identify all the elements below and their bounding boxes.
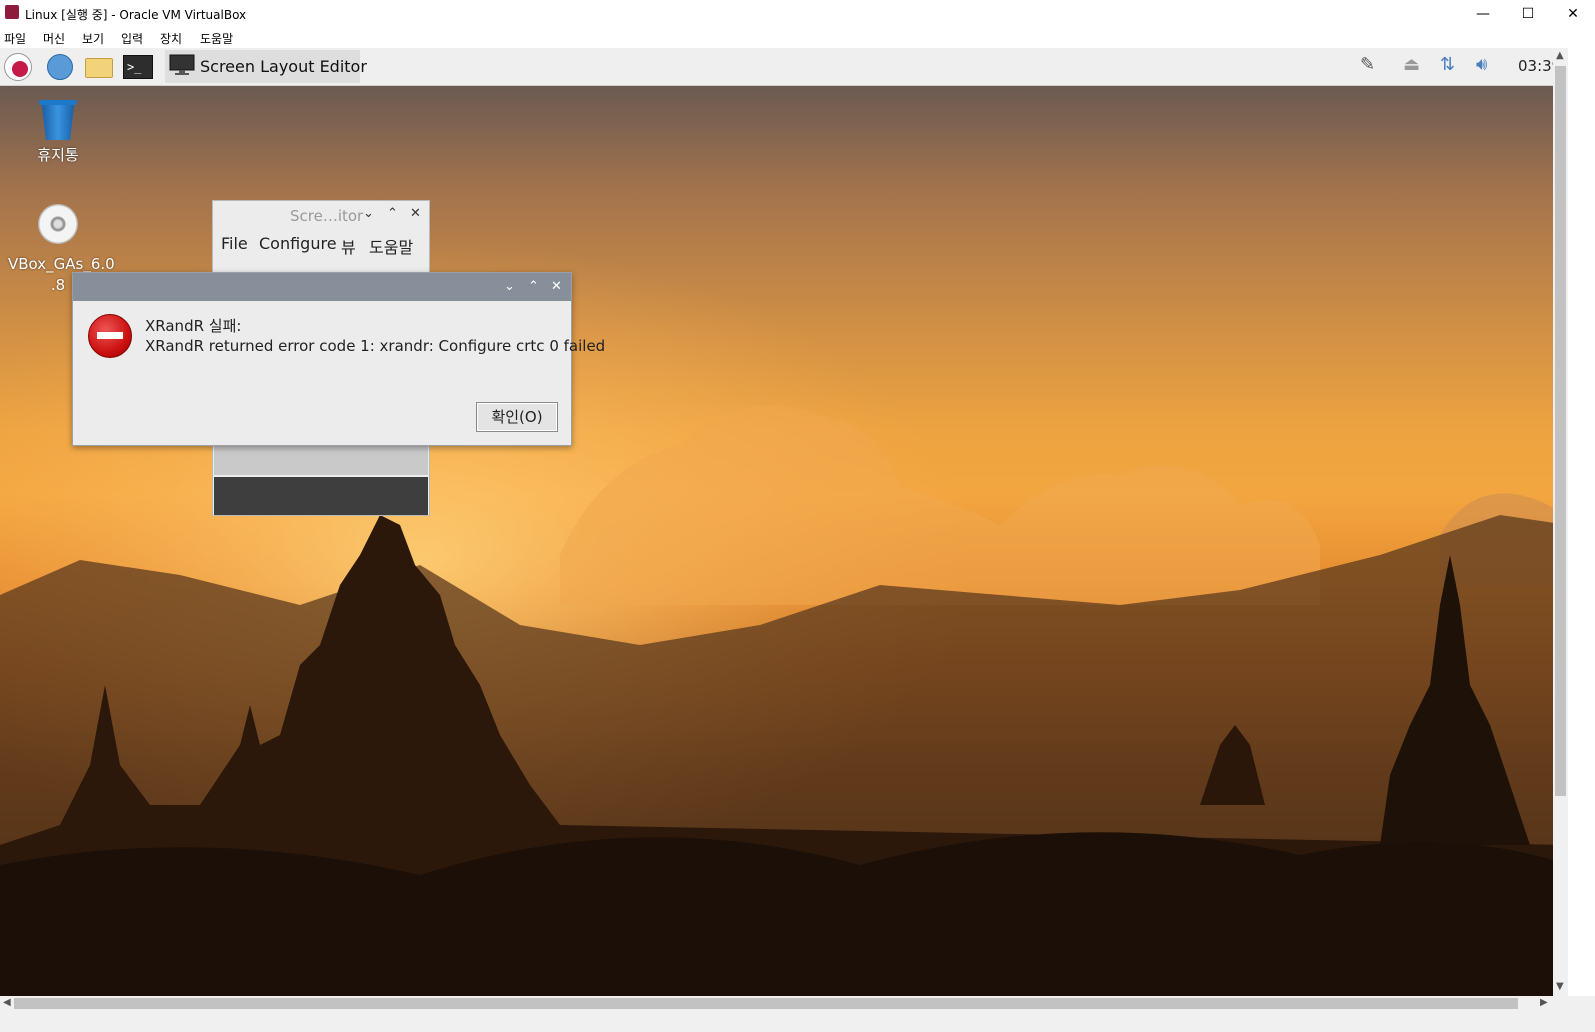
horizontal-scroll-thumb[interactable] [14,998,1518,1009]
guest-screen: >_ Screen Layout Editor ✎ ⏏ ⇅ 🔊︎ 03:39 휴… [0,48,1568,996]
menu-view[interactable]: 보기 [82,30,104,47]
ok-button[interactable]: 확인(O) [476,402,558,432]
editor-menu-configure[interactable]: Configure [259,234,337,253]
error-icon [88,314,132,358]
dialog-close-button[interactable]: ✕ [551,279,562,294]
menu-devices[interactable]: 장치 [160,30,182,47]
terminal-launcher[interactable]: >_ [122,52,153,82]
vertical-scroll-thumb[interactable] [1555,66,1566,796]
raspberry-icon [4,53,32,81]
globe-icon [47,54,73,80]
scrollbar-corner [1553,996,1595,1011]
editor-maximize-button[interactable]: ⌃ [387,206,398,221]
bluetooth-icon[interactable]: ✎ [1360,54,1375,75]
cd-icon [38,204,78,244]
menu-help[interactable]: 도움말 [200,30,233,47]
host-menu-bar: 파일 머신 보기 입력 장치 도움말 [0,28,1595,48]
maximize-button[interactable]: ☐ [1505,0,1551,28]
menu-machine[interactable]: 머신 [43,30,65,47]
web-browser-launcher[interactable] [45,52,75,82]
host-window-title: Linux [실행 중] - Oracle VM VirtualBox [25,8,247,22]
close-button[interactable]: ✕ [1550,0,1595,28]
terminal-icon: >_ [123,55,153,79]
error-message: XRandR returned error code 1: xrandr: Co… [145,337,606,355]
dialog-maximize-button[interactable]: ⌃ [528,279,539,294]
eject-icon[interactable]: ⏏ [1403,54,1420,75]
error-dialog: ⌄ ⌃ ✕ XRandR 실패: XRandR returned error c… [72,272,605,446]
taskbar-item-label: Screen Layout Editor [200,57,367,76]
network-icon[interactable]: ⇅ [1440,54,1455,75]
raspberry-menu-button[interactable] [3,52,33,82]
editor-title: Scre…itor [290,207,364,225]
editor-title-bar[interactable]: Scre…itor ⌄ ⌃ ✕ [213,201,429,231]
monitor-icon [169,54,195,75]
trash-icon [39,100,77,140]
menu-input[interactable]: 입력 [121,30,143,47]
host-title-bar: Linux [실행 중] - Oracle VM VirtualBox — ☐ … [0,0,1595,28]
editor-menu-view[interactable]: 뷰 [341,234,356,258]
dialog-title-bar[interactable]: ⌄ ⌃ ✕ [73,273,571,301]
dialog-minimize-button[interactable]: ⌄ [504,279,515,294]
menu-file[interactable]: 파일 [4,30,26,47]
scroll-up-icon[interactable]: ▲ [1556,50,1564,61]
scroll-down-icon[interactable]: ▼ [1556,981,1564,992]
layout-monitor-area[interactable] [214,477,428,515]
editor-menu-help[interactable]: 도움말 [369,234,413,258]
horizontal-scrollbar[interactable]: ◀ ▶ [0,996,1553,1011]
scroll-left-icon[interactable]: ◀ [3,997,11,1008]
minimize-button[interactable]: — [1460,0,1506,28]
file-manager-launcher[interactable] [83,52,113,82]
editor-menu-bar: File Configure 뷰 도움말 [213,231,429,257]
trash-label: 휴지통 [37,146,79,164]
volume-icon[interactable]: 🔊︎ [1476,54,1487,75]
scroll-right-icon[interactable]: ▶ [1540,997,1548,1008]
virtualbox-icon [5,5,19,19]
taskbar-panel: >_ Screen Layout Editor ✎ ⏏ ⇅ 🔊︎ 03:39 [0,48,1568,86]
vertical-scrollbar[interactable]: ▲ ▼ [1553,48,1568,996]
error-heading: XRandR 실패: [145,317,242,335]
host-status-bar [0,1011,1595,1032]
desktop-icon-trash[interactable]: 휴지통 [8,100,108,165]
editor-menu-file[interactable]: File [221,234,248,253]
editor-close-button[interactable]: ✕ [410,206,421,221]
folder-icon [85,58,113,78]
taskbar-item-screen-layout-editor[interactable]: Screen Layout Editor [165,50,367,83]
editor-minimize-button[interactable]: ⌄ [363,206,374,221]
